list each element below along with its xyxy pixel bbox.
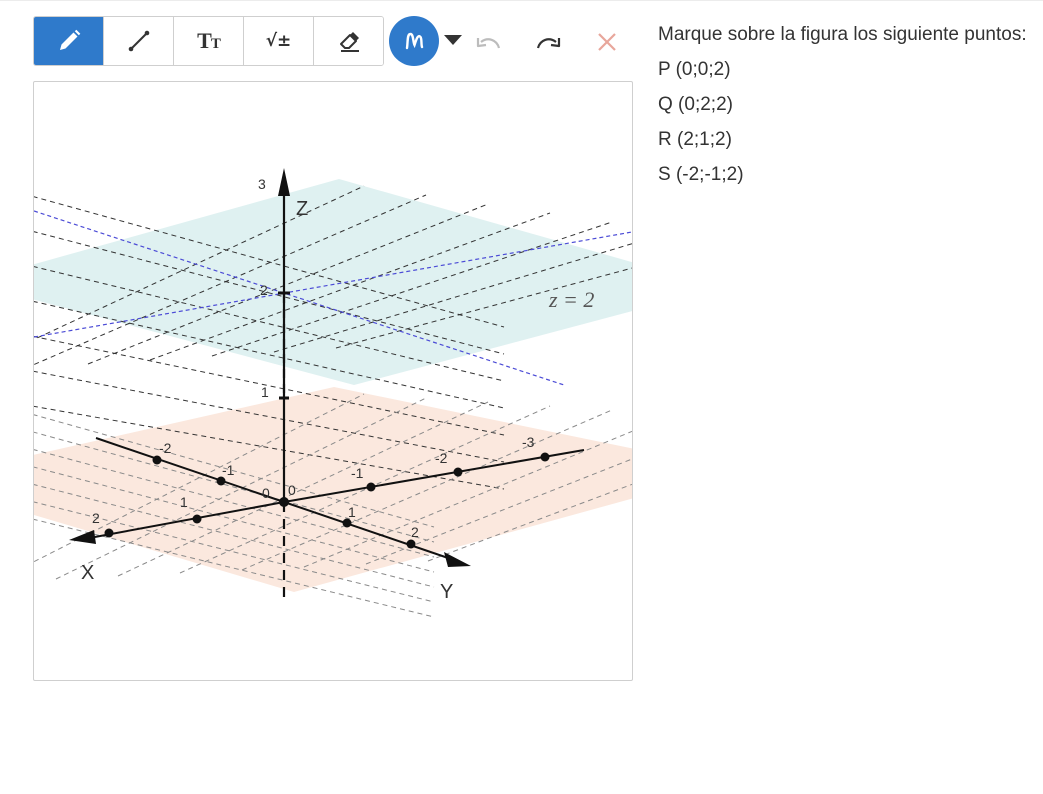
y-tick-label-1: 1: [348, 504, 356, 520]
top-divider: [0, 0, 1043, 1]
point-r: R (2;1;2): [658, 129, 732, 150]
upper-plane: [34, 179, 632, 385]
y-tick-label-neg2: -2: [435, 450, 448, 466]
point-s: S (-2;-1;2): [658, 164, 744, 185]
y-tick-label-neg1: -1: [351, 465, 364, 481]
x-axis-arrow: [69, 530, 96, 544]
x-point-1: [192, 514, 202, 524]
z-tick-label-2: 2: [260, 282, 268, 298]
y-point-neg1: [366, 482, 376, 492]
x-tick-label-neg1: -1: [222, 462, 235, 478]
origin-point: [279, 497, 289, 507]
sqrt-icon: √±: [265, 31, 292, 51]
question-prompt: Marque sobre la figura los siguiente pun…: [658, 24, 1027, 45]
text-tool-icon: TT: [197, 28, 221, 53]
chevron-down-icon[interactable]: [444, 35, 462, 45]
z-axis-label: Z: [296, 198, 308, 220]
clear-button[interactable]: [592, 27, 622, 57]
line-tool-button[interactable]: [104, 17, 174, 65]
eraser-tool-button[interactable]: [314, 17, 383, 65]
x-axis-label: X: [81, 562, 94, 584]
lasso-select-button[interactable]: [389, 16, 439, 66]
point-p: P (0;0;2): [658, 59, 731, 80]
undo-button[interactable]: [474, 27, 504, 57]
drawing-canvas[interactable]: Z X Y z = 2 3 2 1 0 0 1 2 -1 -2 1 2 -1 -…: [33, 81, 633, 681]
x-point-neg2: [152, 455, 162, 465]
undo-icon: [476, 38, 501, 49]
redo-icon: [536, 38, 561, 49]
origin-label-x: 0: [262, 485, 270, 501]
page: TT √± Z X Y z = 2 3 2 1 0 0 1 2 -1 -2 1 …: [0, 0, 1043, 794]
redo-button[interactable]: [533, 27, 563, 57]
z-tick-label-1: 1: [261, 384, 269, 400]
y-tick-label-neg3: -3: [522, 434, 535, 450]
close-icon: [598, 33, 616, 51]
coordinate-figure: Z X Y z = 2 3 2 1 0 0 1 2 -1 -2 1 2 -1 -…: [34, 168, 632, 618]
y-axis-arrow: [444, 552, 471, 567]
lasso-icon: [405, 32, 424, 50]
y-tick-label-2: 2: [411, 524, 419, 540]
pencil-icon: [59, 29, 80, 50]
line-icon: [128, 30, 149, 52]
z-tick-label-3: 3: [258, 176, 266, 192]
x-point-2: [104, 528, 114, 538]
pen-tool-button[interactable]: [34, 17, 104, 65]
y-point-neg3: [540, 452, 550, 462]
x-tick-label-2: 2: [92, 510, 100, 526]
point-q: Q (0;2;2): [658, 94, 733, 115]
plane-label: z = 2: [548, 287, 594, 312]
eraser-icon: [339, 32, 359, 52]
origin-label-y: 0: [288, 482, 296, 498]
y-axis-label: Y: [440, 581, 453, 603]
tool-group: TT √±: [33, 16, 384, 66]
text-tool-button[interactable]: TT: [174, 17, 244, 65]
z-axis-arrow: [278, 168, 290, 196]
question-panel: Marque sobre la figura los siguiente pun…: [658, 22, 1043, 197]
x-tick-label-neg2: -2: [159, 440, 172, 456]
y-point-2: [406, 539, 416, 549]
math-tool-button[interactable]: √±: [244, 17, 314, 65]
x-tick-label-1: 1: [180, 494, 188, 510]
y-point-neg2: [453, 467, 463, 477]
